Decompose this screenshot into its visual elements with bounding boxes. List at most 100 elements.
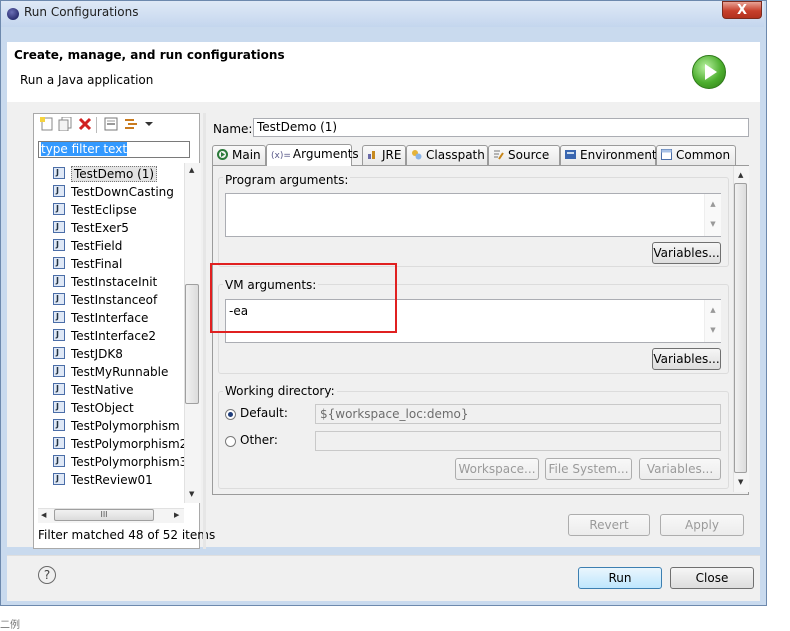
java-class-icon (53, 470, 65, 488)
java-class-icon (53, 380, 65, 398)
header-subtitle: Run a Java application (20, 73, 154, 87)
java-class-icon (53, 218, 65, 236)
tab-source[interactable]: Source (488, 145, 560, 165)
tab-environment[interactable]: Environment (560, 145, 657, 165)
default-radio[interactable] (225, 409, 236, 420)
java-class-icon (53, 326, 65, 344)
main-tab-icon (217, 149, 228, 160)
filter-status: Filter matched 48 of 52 items (38, 528, 216, 542)
view-menu-icon[interactable] (144, 117, 154, 131)
common-tab-icon (661, 149, 672, 160)
scroll-up-icon[interactable]: ▲ (189, 166, 194, 174)
window-title: Run Configurations (24, 5, 139, 19)
tab-common[interactable]: Common (656, 145, 736, 165)
new-configuration-icon[interactable] (40, 117, 54, 131)
classpath-tab-icon (412, 150, 422, 160)
java-class-icon (53, 398, 65, 416)
java-class-icon (53, 290, 65, 308)
java-class-icon (53, 344, 65, 362)
tree-item[interactable]: TestInstaceInit (53, 272, 157, 291)
run-launch-icon (692, 55, 726, 89)
dialog-header: Create, manage, and run configurations R… (7, 42, 760, 103)
window-close-button[interactable]: X (722, 1, 762, 19)
help-icon[interactable]: ? (38, 566, 56, 584)
tab-classpath[interactable]: Classpath (406, 145, 488, 165)
duplicate-icon[interactable] (58, 117, 72, 131)
eclipse-icon (7, 8, 19, 20)
program-arguments-title: Program arguments: (223, 173, 351, 187)
tree-item[interactable]: TestExer5 (53, 218, 129, 237)
configuration-tree[interactable]: TestDemo (1) TestDownCasting TestEclipse… (38, 163, 201, 503)
file-system-button[interactable]: File System... (545, 458, 632, 480)
scroll-up-icon[interactable]: ▲ (738, 171, 743, 179)
arguments-scroll-thumb[interactable] (734, 183, 747, 473)
vm-args-variables-button[interactable]: Variables... (652, 348, 721, 370)
apply-button[interactable]: Apply (660, 514, 744, 536)
scroll-down-icon[interactable]: ▼ (738, 478, 743, 486)
tab-arguments[interactable]: (x)= Arguments (266, 144, 359, 166)
vm-args-scrollbar[interactable]: ▲ ▼ (704, 300, 721, 342)
workspace-button[interactable]: Workspace... (455, 458, 539, 480)
scroll-left-icon[interactable]: ◀ (41, 511, 46, 519)
run-button[interactable]: Run (578, 567, 662, 589)
delete-icon[interactable] (78, 117, 92, 131)
collapse-all-icon[interactable] (104, 117, 118, 131)
filter-input[interactable]: type filter text (38, 141, 190, 158)
tab-jre[interactable]: JRE (362, 145, 406, 165)
filter-icon[interactable] (124, 117, 140, 131)
program-arguments-textarea[interactable] (225, 193, 721, 237)
tree-item[interactable]: TestPolymorphism3 (53, 452, 187, 471)
java-class-icon (53, 452, 65, 470)
panel-sash[interactable] (203, 113, 206, 549)
jre-tab-icon (368, 151, 375, 159)
tree-item[interactable]: TestField (53, 236, 122, 255)
close-button[interactable]: Close (670, 567, 754, 589)
tree-item[interactable]: TestInterface2 (53, 326, 156, 345)
java-class-icon (53, 272, 65, 290)
java-class-icon (53, 164, 65, 182)
tree-item[interactable]: TestInterface (53, 308, 148, 327)
arguments-tab-icon: (x)= (271, 151, 291, 161)
java-class-icon (53, 182, 65, 200)
filter-placeholder: type filter text (41, 142, 128, 156)
tree-hscroll-thumb[interactable]: III (54, 509, 154, 521)
java-class-icon (53, 362, 65, 380)
other-directory-field (315, 431, 721, 451)
tree-item[interactable]: TestObject (53, 398, 134, 417)
tree-item[interactable]: TestFinal (53, 254, 122, 273)
other-label: Other: (240, 433, 278, 447)
java-class-icon (53, 254, 65, 272)
working-dir-variables-button[interactable]: Variables... (639, 458, 721, 480)
tree-item[interactable]: TestNative (53, 380, 133, 399)
tree-item[interactable]: TestJDK8 (53, 344, 123, 363)
scroll-right-icon[interactable]: ▶ (174, 511, 179, 519)
java-class-icon (53, 308, 65, 326)
tree-item[interactable]: TestDownCasting (53, 182, 174, 201)
tree-item[interactable]: TestReview01 (53, 470, 153, 489)
toolbar-separator (96, 117, 97, 133)
java-class-icon (53, 434, 65, 452)
header-title: Create, manage, and run configurations (14, 48, 285, 62)
source-tab-icon (494, 150, 504, 160)
name-label: Name: (213, 122, 253, 136)
java-class-icon (53, 200, 65, 218)
default-directory-field: ${workspace_loc:demo} (315, 404, 721, 424)
vm-arguments-highlight (210, 263, 397, 333)
other-radio[interactable] (225, 436, 236, 447)
tree-item[interactable]: TestPolymorphism (53, 416, 180, 435)
tree-item[interactable]: TestEclipse (53, 200, 137, 219)
java-class-icon (53, 236, 65, 254)
scroll-down-icon[interactable]: ▼ (189, 490, 194, 498)
tab-main[interactable]: Main (212, 145, 266, 165)
tree-item[interactable]: TestPolymorphism2 (53, 434, 187, 453)
revert-button[interactable]: Revert (568, 514, 650, 536)
tree-item[interactable]: TestInstanceof (53, 290, 157, 309)
default-label: Default: (240, 406, 288, 420)
environment-tab-icon (565, 150, 576, 159)
tree-item[interactable]: TestMyRunnable (53, 362, 168, 381)
configuration-name-input[interactable]: TestDemo (1) (253, 118, 749, 137)
tree-item[interactable]: TestDemo (1) (53, 164, 158, 183)
program-args-variables-button[interactable]: Variables... (652, 242, 721, 264)
tree-scroll-thumb[interactable] (185, 284, 199, 404)
program-args-scrollbar[interactable]: ▲ ▼ (704, 194, 721, 236)
